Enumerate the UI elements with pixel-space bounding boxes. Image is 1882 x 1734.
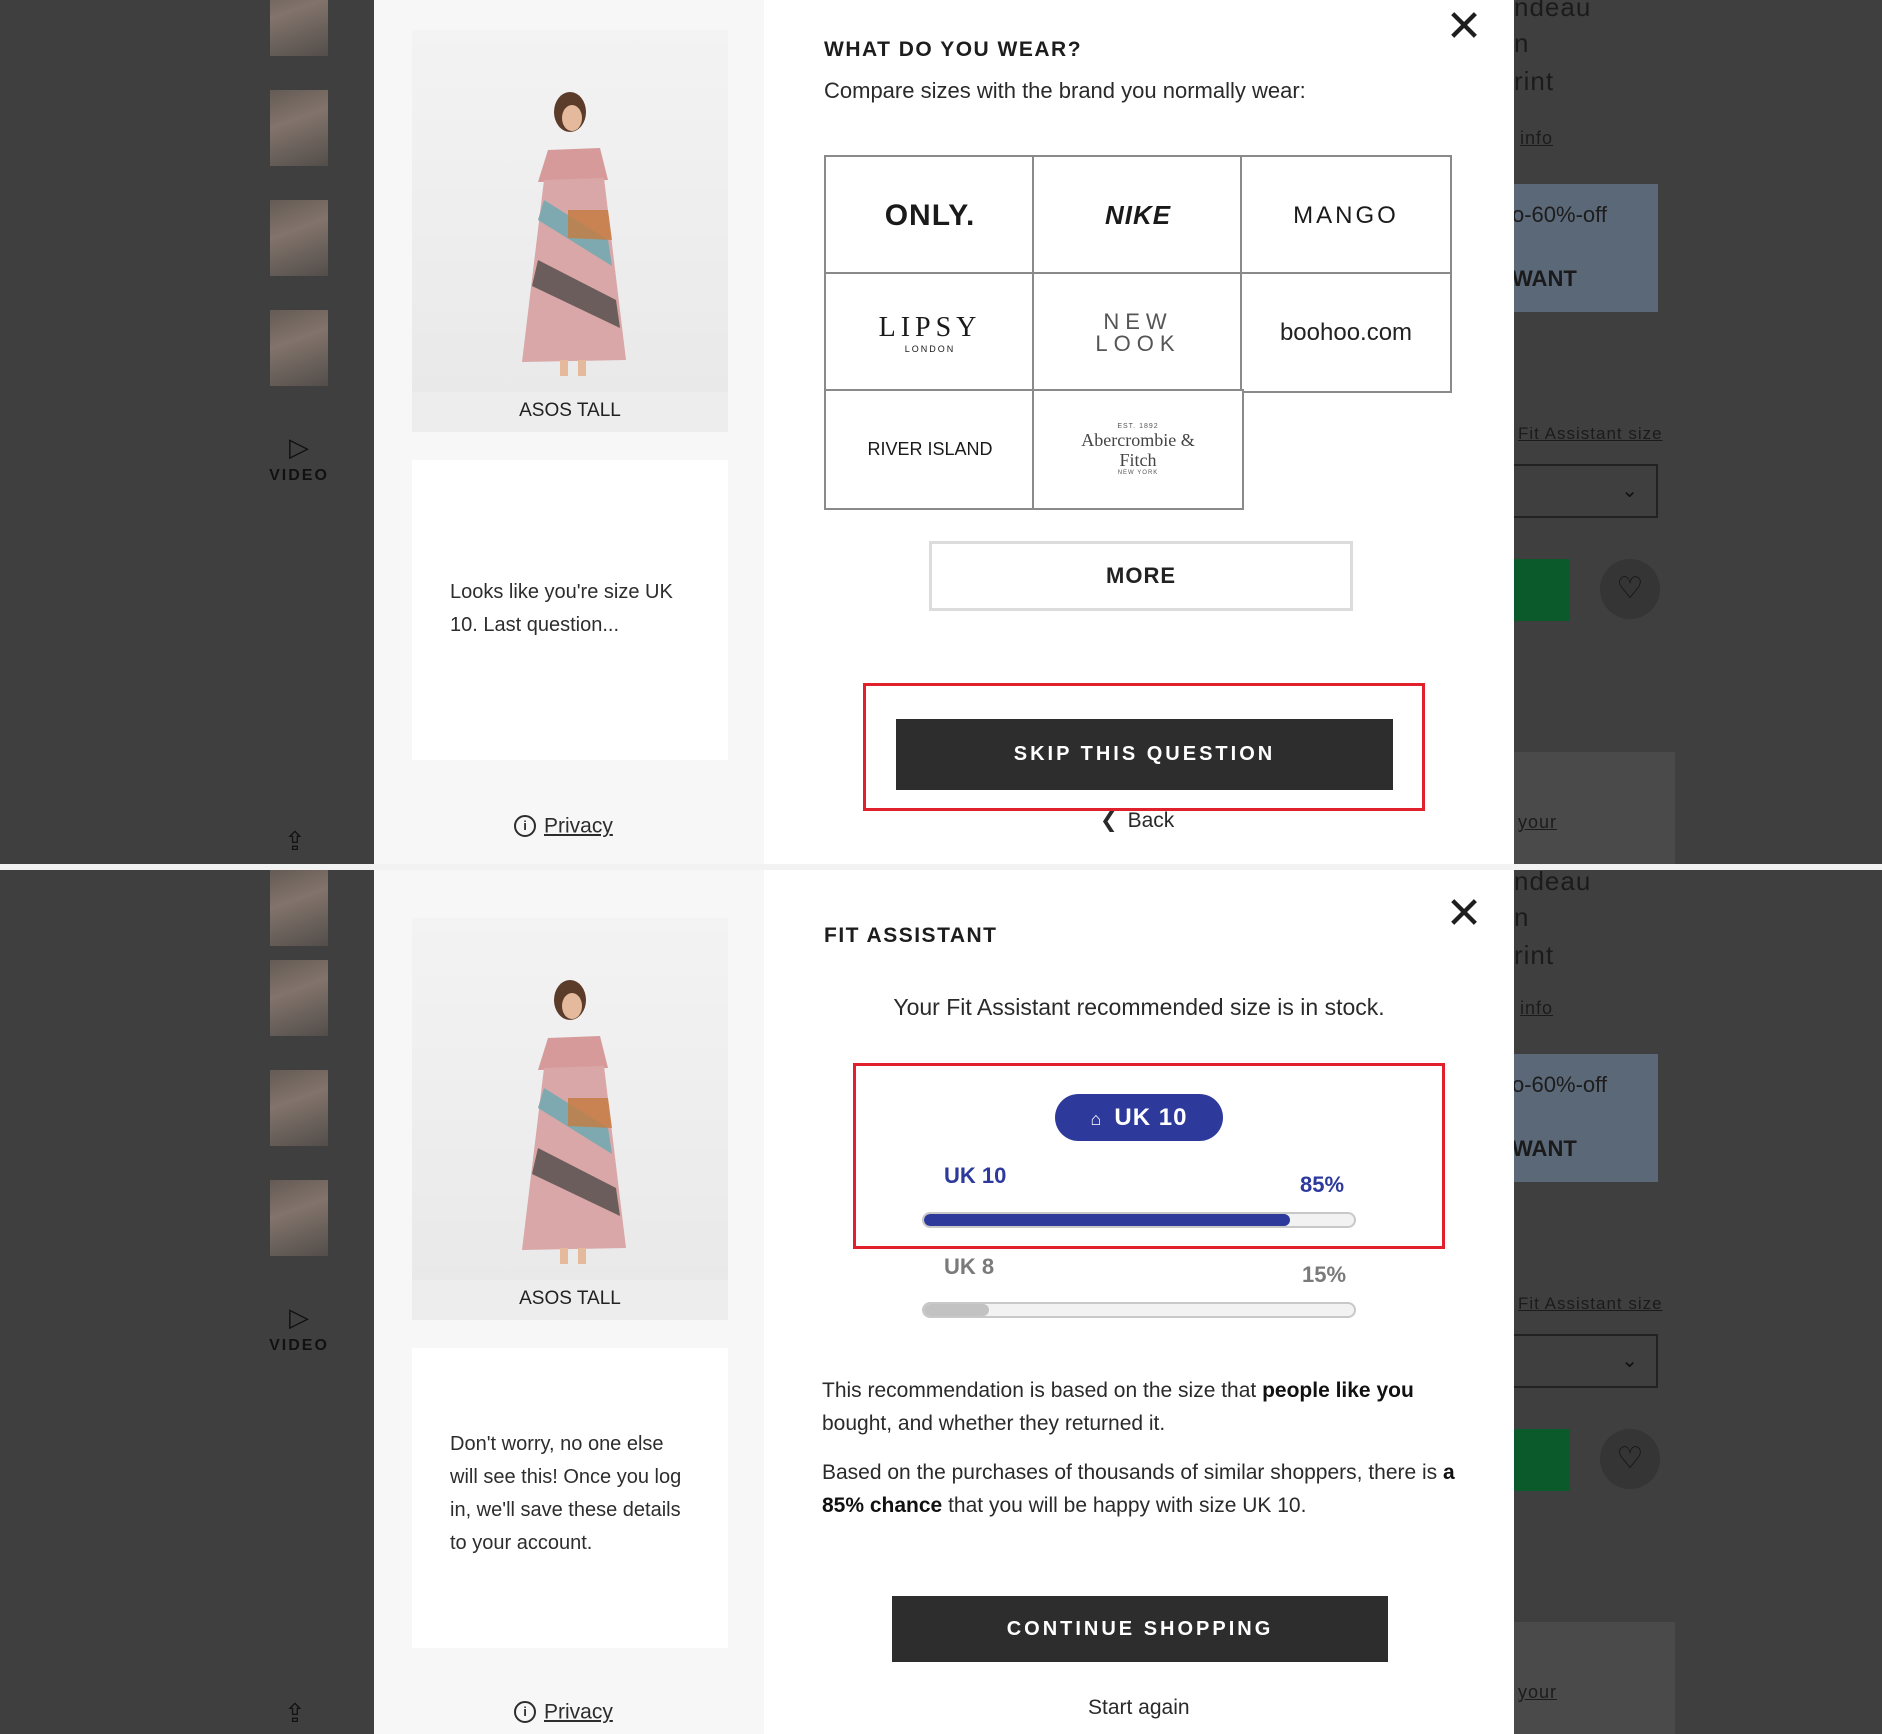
background-card: [1500, 752, 1675, 864]
video-button[interactable]: ▷ VIDEO: [264, 1302, 334, 1355]
promo-banner[interactable]: o-60%-off WANT: [1500, 184, 1658, 312]
modal-sidebar: ASOS TALL Looks like you're size UK 10. …: [374, 0, 764, 864]
background-link[interactable]: your: [1518, 1682, 1557, 1703]
fit-assistant-step-brands: ▷ VIDEO ⇪ ndeau n rint info o-60%-off WA…: [0, 0, 1882, 864]
privacy-link[interactable]: i Privacy: [514, 1700, 613, 1724]
message-text: Don't worry, no one else will see this! …: [450, 1433, 682, 1554]
brand-river-island[interactable]: RIVER ISLAND: [824, 389, 1036, 510]
product-thumbnail[interactable]: [270, 200, 328, 276]
fit-assistant-step-result: ▷ VIDEO ⇪ ndeau n rint info o-60%-off WA…: [0, 870, 1882, 1734]
product-info-link[interactable]: info: [1520, 128, 1553, 149]
brand-mango[interactable]: MANGO: [1240, 155, 1452, 276]
recommendation-explanation: This recommendation is based on the size…: [822, 1379, 1414, 1435]
size-select[interactable]: ⌄: [1490, 464, 1658, 518]
product-info-link[interactable]: info: [1520, 998, 1553, 1019]
chevron-down-icon: ⌄: [1621, 480, 1638, 502]
continue-shopping-button[interactable]: CONTINUE SHOPPING: [892, 1596, 1388, 1662]
page-title: WHAT DO YOU WEAR?: [824, 38, 1083, 61]
product-title-fragment: n: [1514, 28, 1530, 58]
size-option-percent: 85%: [1300, 1172, 1345, 1197]
play-icon: ▷: [289, 1302, 309, 1332]
product-thumbnail[interactable]: [270, 90, 328, 166]
size-probability-bar: [922, 1302, 1356, 1318]
product-thumbnail[interactable]: [270, 1070, 328, 1146]
privacy-link[interactable]: i Privacy: [514, 814, 613, 838]
product-card: ASOS TALL: [412, 918, 728, 1320]
background-link[interactable]: your: [1518, 812, 1557, 833]
dress-illustration: [522, 980, 626, 1264]
size-probability-bar: [922, 1212, 1356, 1228]
brand-boohoo[interactable]: boohoo.com: [1240, 272, 1452, 393]
chevron-down-icon: ⌄: [1621, 1350, 1638, 1372]
brand-grid: ONLY. NIKE MANGO LIPSY LONDON NEW LOOK b…: [824, 155, 1452, 512]
info-icon: i: [514, 1701, 536, 1724]
play-icon: ▷: [289, 432, 309, 462]
fit-assistant-modal: ASOS TALL Looks like you're size UK 10. …: [374, 0, 1514, 864]
modal-sidebar: ASOS TALL Don't worry, no one else will …: [374, 870, 764, 1734]
fit-assistant-link[interactable]: Fit Assistant size: [1518, 424, 1663, 444]
dress-illustration: [522, 92, 626, 376]
product-thumbnail[interactable]: [270, 870, 328, 946]
share-icon[interactable]: ⇪: [284, 1698, 314, 1728]
chevron-left-icon: ❮: [1100, 809, 1118, 832]
more-brands-button[interactable]: MORE: [929, 541, 1353, 611]
size-probability-fill: [924, 1214, 1290, 1226]
brand-lipsy[interactable]: LIPSY LONDON: [824, 272, 1036, 393]
product-image: [412, 30, 728, 392]
product-brand-caption: ASOS TALL: [519, 1288, 621, 1309]
close-icon[interactable]: ✕: [1444, 892, 1484, 936]
fit-assistant-modal: ASOS TALL Don't worry, no one else will …: [374, 870, 1514, 1734]
size-option-percent: 15%: [1302, 1262, 1347, 1287]
page-title: FIT ASSISTANT: [824, 924, 998, 947]
product-title-fragment: ndeau: [1514, 0, 1592, 22]
brand-only[interactable]: ONLY.: [824, 155, 1036, 276]
promo-banner[interactable]: o-60%-off WANT: [1500, 1054, 1658, 1182]
message-card: Don't worry, no one else will see this! …: [412, 1348, 728, 1648]
message-text: Looks like you're size UK 10. Last quest…: [450, 581, 673, 636]
start-again-link[interactable]: Start again: [1088, 1696, 1190, 1720]
product-image: [412, 918, 728, 1280]
heart-icon[interactable]: ♡: [1600, 559, 1660, 619]
product-brand-caption: ASOS TALL: [519, 400, 621, 421]
product-thumbnail[interactable]: [270, 0, 328, 56]
product-thumbnail[interactable]: [270, 960, 328, 1036]
size-option-label: UK 8: [944, 1254, 995, 1279]
brand-nike[interactable]: NIKE: [1032, 155, 1244, 276]
recommendation-status: Your Fit Assistant recommended size is i…: [893, 994, 1385, 1020]
skip-question-button[interactable]: SKIP THIS QUESTION: [896, 719, 1393, 790]
back-link[interactable]: ❮ Back: [1100, 808, 1174, 833]
page-subtitle: Compare sizes with the brand you normall…: [824, 78, 1306, 103]
info-icon: i: [514, 815, 536, 838]
product-card: ASOS TALL: [412, 30, 728, 432]
recommendation-confidence: Based on the purchases of thousands of s…: [822, 1461, 1455, 1517]
fit-assistant-link[interactable]: Fit Assistant size: [1518, 1294, 1663, 1314]
product-title-fragment: ndeau: [1514, 870, 1592, 896]
product-thumbnail[interactable]: [270, 310, 328, 386]
video-button[interactable]: ▷ VIDEO: [264, 432, 334, 485]
recommended-size-badge: ⌂ UK 10: [1055, 1094, 1223, 1141]
size-select[interactable]: ⌄: [1490, 1334, 1658, 1388]
heart-icon[interactable]: ♡: [1600, 1429, 1660, 1489]
share-icon[interactable]: ⇪: [284, 826, 314, 856]
product-title-fragment: rint: [1514, 940, 1555, 970]
message-card: Looks like you're size UK 10. Last quest…: [412, 460, 728, 760]
size-probability-fill: [924, 1304, 989, 1316]
product-thumbnail[interactable]: [270, 1180, 328, 1256]
close-icon[interactable]: ✕: [1444, 5, 1484, 49]
background-card: [1500, 1622, 1675, 1734]
hanger-icon: ⌂: [1090, 1109, 1103, 1129]
product-title-fragment: n: [1514, 902, 1530, 932]
product-title-fragment: rint: [1514, 66, 1555, 96]
brand-new-look[interactable]: NEW LOOK: [1032, 272, 1244, 393]
brand-abercrombie[interactable]: EST. 1892 Abercrombie & Fitch NEW YORK: [1032, 389, 1244, 510]
size-option-label: UK 10: [944, 1163, 1007, 1188]
